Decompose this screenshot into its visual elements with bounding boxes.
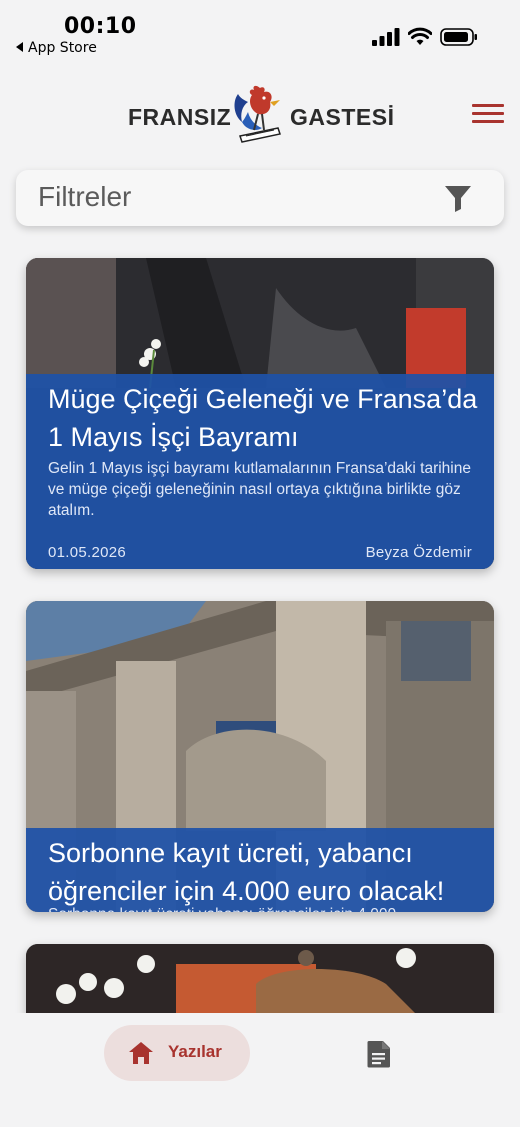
wifi-icon [408, 27, 432, 45]
menu-line [472, 112, 504, 115]
cellular-signal-icon [372, 28, 400, 46]
article-author: Beyza Özdemir [365, 544, 472, 561]
nav-tab-posts[interactable]: Yazılar [104, 1025, 250, 1081]
nav-tab-label: Yazılar [168, 1042, 222, 1061]
logo-text-right: GASTESİ [290, 104, 395, 130]
back-to-app-store[interactable]: App Store [16, 40, 97, 56]
back-arrow-icon [16, 42, 23, 52]
article-card[interactable]: Müge Çiçeği Geleneği ve Fransa’da 1 Mayı… [26, 258, 494, 569]
article-date: 01.05.2026 [48, 544, 127, 561]
logo-text-left: FRANSIZ [128, 104, 232, 130]
menu-line [472, 120, 504, 123]
article-info: Müge Çiçeği Geleneği ve Fransa’da 1 Mayı… [26, 374, 494, 569]
back-label: App Store [28, 40, 97, 56]
article-info: Sorbonne kayıt ücreti, yabancı öğrencile… [26, 828, 494, 912]
battery-icon [440, 28, 477, 46]
article-title: Sorbonne kayıt ücreti, yabancı öğrencile… [48, 838, 445, 906]
home-icon [129, 1042, 153, 1064]
bottom-navigation: Yazılar [0, 1013, 520, 1127]
filter-bar[interactable]: Filtreler [16, 170, 504, 226]
status-bar: 00:10 App Store [0, 0, 520, 70]
app-header: FRANSIZ GASTESİ [0, 78, 520, 154]
menu-line [472, 104, 504, 107]
article-description: Sorbonne kayıt ücreti yabancı öğrenciler… [48, 904, 478, 912]
filter-funnel-icon[interactable] [444, 184, 472, 212]
document-icon[interactable] [366, 1040, 392, 1068]
hamburger-menu-icon[interactable] [472, 104, 504, 128]
status-time: 00:10 [64, 14, 137, 39]
app-logo[interactable]: FRANSIZ GASTESİ [126, 78, 394, 150]
article-title: Müge Çiçeği Geleneği ve Fransa’da 1 Mayı… [48, 384, 478, 452]
article-card[interactable]: Sorbonne kayıt ücreti, yabancı öğrencile… [26, 601, 494, 912]
rooster-logo-icon [234, 85, 281, 143]
article-description: Gelin 1 Mayıs işçi bayramı kutlamalarını… [48, 460, 471, 519]
filter-label: Filtreler [38, 181, 132, 212]
